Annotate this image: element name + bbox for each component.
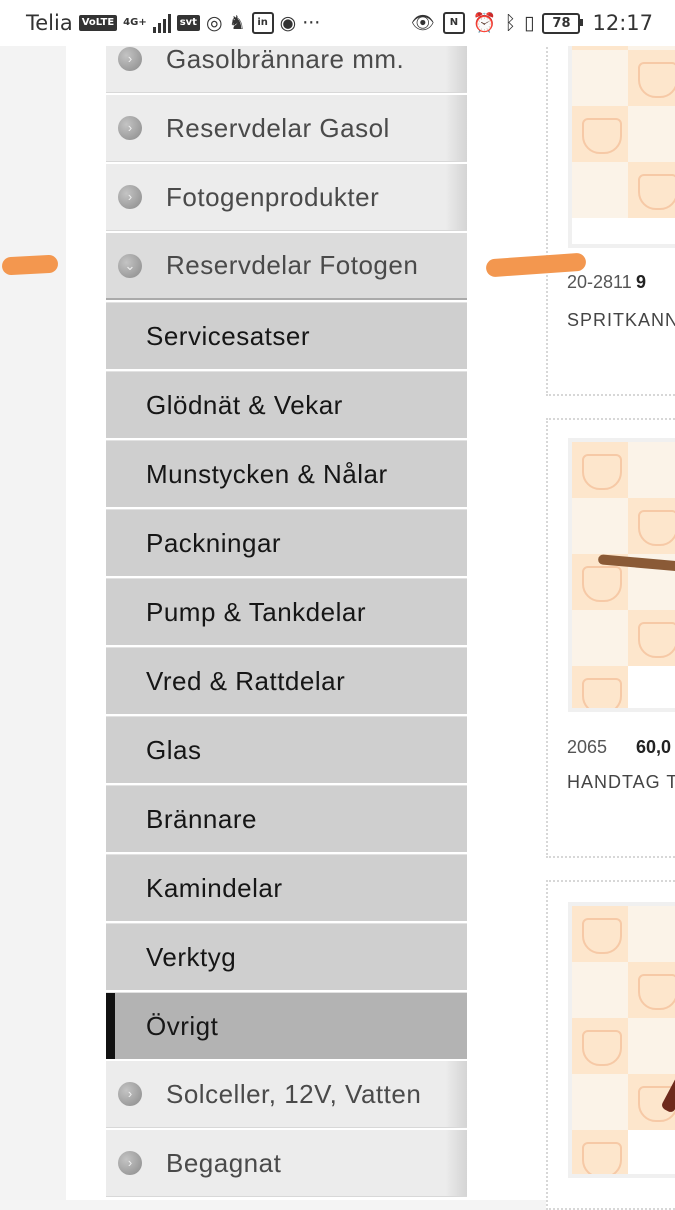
menu-category-begagnat[interactable]: › Begagnat	[106, 1130, 467, 1197]
vibrate-icon: ▯	[524, 12, 535, 34]
menu-subitem-label: Brännare	[146, 803, 257, 834]
left-gutter	[0, 46, 66, 1200]
network-type: 4G+	[123, 17, 147, 28]
product-name-2[interactable]: HANDTAG T	[567, 772, 675, 793]
svt-app-icon: svt	[176, 15, 200, 31]
instagram-icon: ◉	[279, 12, 297, 34]
menu-subitem-label: Kamindelar	[146, 872, 283, 903]
menu-subitem-servicesatser[interactable]: Servicesatser	[106, 302, 467, 369]
menu-subitem-label: Vred & Rattdelar	[146, 665, 346, 696]
product-code-1: 20-2811	[567, 272, 632, 292]
linkedin-icon: in	[251, 12, 274, 34]
menu-subitem-brannare[interactable]: Brännare	[106, 785, 467, 852]
menu-subitem-packningar[interactable]: Packningar	[106, 509, 467, 576]
menu-category-reservdelar-fotogen[interactable]: ⌄ Reservdelar Fotogen	[106, 233, 467, 300]
menu-category-label: Reservdelar Fotogen	[166, 250, 419, 280]
menu-category-fotogenprodukter[interactable]: › Fotogenprodukter	[106, 164, 467, 231]
menu-subitem-munstycken-nalar[interactable]: Munstycken & Nålar	[106, 440, 467, 507]
menu-subitem-ovrigt[interactable]: Övrigt	[106, 992, 467, 1059]
product-code-2: 2065	[567, 737, 608, 757]
battery-icon: 78	[542, 12, 584, 34]
bluetooth-icon: ᛒ	[504, 12, 516, 34]
menu-subitem-label: Glas	[146, 734, 202, 765]
menu-subitem-verktyg[interactable]: Verktyg	[106, 923, 467, 990]
menu-category-label: Reservdelar Gasol	[166, 112, 390, 143]
chevron-right-icon: ›	[118, 116, 142, 140]
signal-icon	[152, 13, 171, 33]
chevron-right-icon: ›	[118, 1082, 142, 1106]
nfc-icon: N	[442, 12, 465, 34]
chevron-right-icon: ›	[118, 47, 142, 71]
menu-category-reservdelar-gasol[interactable]: › Reservdelar Gasol	[106, 95, 467, 162]
menu-subitem-label: Pump & Tankdelar	[146, 596, 366, 627]
status-bar: Telia VoLTE 4G+ svt ◎ ♞ in ◉ ··· 👁 N ⏰ ᛒ…	[0, 0, 675, 46]
clock-time: 12:17	[592, 11, 653, 35]
menu-subitem-label: Glödnät & Vekar	[146, 389, 343, 420]
menu-subitem-glas[interactable]: Glas	[106, 716, 467, 783]
menu-subitem-kamindelar[interactable]: Kamindelar	[106, 854, 467, 921]
category-menu: › Gasolbrännare mm. › Reservdelar Gasol …	[106, 26, 467, 1199]
menu-subitem-label: Verktyg	[146, 941, 237, 972]
menu-subitem-label: Övrigt	[146, 1010, 219, 1041]
menu-category-solceller[interactable]: › Solceller, 12V, Vatten	[106, 1061, 467, 1128]
menu-subitem-label: Munstycken & Nålar	[146, 458, 388, 489]
menu-category-label: Fotogenprodukter	[166, 181, 380, 212]
volte-icon: VoLTE	[78, 15, 118, 31]
menu-subitem-label: Packningar	[146, 527, 282, 558]
menu-category-label: Gasolbrännare mm.	[166, 43, 405, 74]
scribble-mark-left	[1, 254, 59, 276]
product-price-2: 60,0	[636, 737, 672, 757]
menu-subitem-glodnat-vekar[interactable]: Glödnät & Vekar	[106, 371, 467, 438]
menu-subitem-label: Servicesatser	[146, 320, 310, 351]
app-notification-icon: ♞	[228, 12, 246, 34]
eye-comfort-icon: 👁	[410, 12, 435, 34]
product-price-1: 9	[636, 272, 647, 292]
menu-subitem-pump-tankdelar[interactable]: Pump & Tankdelar	[106, 578, 467, 645]
menu-category-label: Solceller, 12V, Vatten	[166, 1078, 422, 1109]
notification-icon: ◎	[205, 12, 223, 34]
more-notifications-icon: ···	[302, 12, 321, 34]
menu-category-label: Begagnat	[166, 1147, 282, 1178]
product-image-2[interactable]	[568, 438, 675, 712]
product-name-1[interactable]: SPRITKANN	[567, 310, 675, 331]
chevron-right-icon: ›	[118, 1151, 142, 1175]
chevron-right-icon: ›	[118, 185, 142, 209]
alarm-icon: ⏰	[472, 12, 497, 34]
product-image-3[interactable]	[568, 902, 675, 1178]
carrier-name: Telia	[26, 11, 73, 35]
chevron-down-icon: ⌄	[118, 253, 142, 278]
menu-subitem-vred-rattdelar[interactable]: Vred & Rattdelar	[106, 647, 467, 714]
